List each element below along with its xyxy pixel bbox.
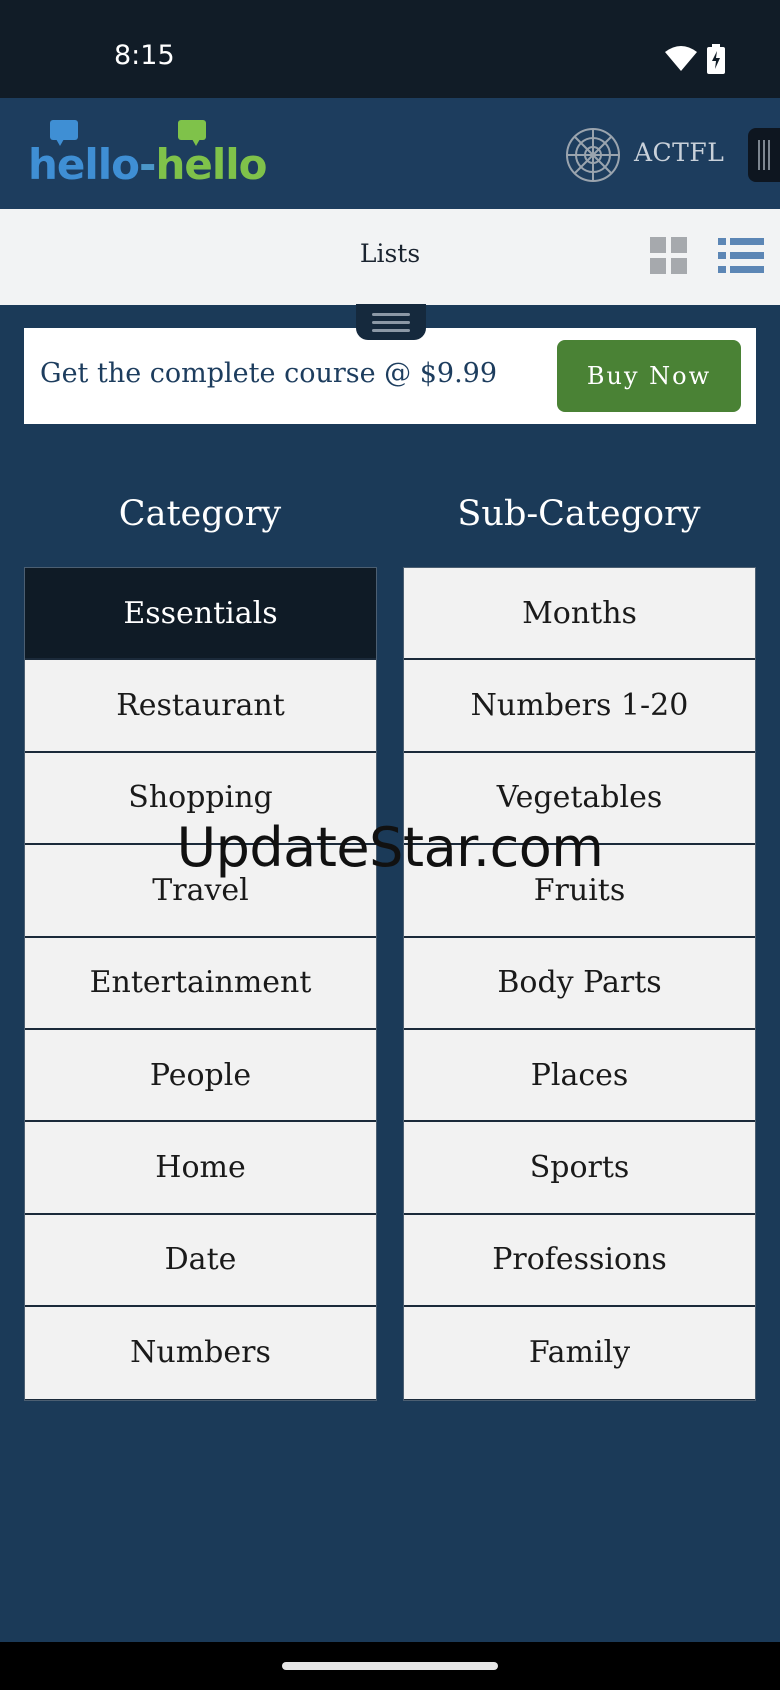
subcategory-item-family[interactable]: Family xyxy=(404,1307,755,1400)
hello-hello-logo: hello-hello xyxy=(28,118,268,190)
subcategory-item-numbers-1-20[interactable]: Numbers 1-20 xyxy=(404,660,755,753)
subcategory-item-vegetables[interactable]: Vegetables xyxy=(404,752,755,846)
subcategory-item-places[interactable]: Places xyxy=(404,1029,755,1123)
subcategory-item-sports[interactable]: Sports xyxy=(404,1122,755,1215)
buy-now-button[interactable]: Buy Now xyxy=(557,340,741,412)
navigation-bar xyxy=(0,1642,780,1690)
logo-wordmark: hello-hello xyxy=(28,140,268,189)
subcategory-list: Months Numbers 1-20 Vegetables Fruits Bo… xyxy=(403,567,756,1401)
category-item-date[interactable]: Date xyxy=(25,1214,376,1308)
subcategory-item-body-parts[interactable]: Body Parts xyxy=(404,937,755,1030)
category-item-restaurant[interactable]: Restaurant xyxy=(25,660,376,753)
category-item-entertainment[interactable]: Entertainment xyxy=(25,937,376,1030)
actfl-emblem-icon xyxy=(566,128,620,182)
drawer-handle[interactable] xyxy=(356,304,426,340)
subcategory-item-fruits[interactable]: Fruits xyxy=(404,845,755,938)
side-menu-handle[interactable] xyxy=(748,128,780,182)
status-bar: 8:15 xyxy=(0,0,780,98)
actfl-label: ACTFL xyxy=(634,138,725,167)
list-view-icon[interactable] xyxy=(718,237,764,275)
toolbar: Lists xyxy=(0,209,780,305)
promo-text: Get the complete course @ $9.99 xyxy=(40,358,498,389)
home-indicator[interactable] xyxy=(282,1662,498,1670)
category-item-travel[interactable]: Travel xyxy=(25,845,376,938)
promo-banner: Get the complete course @ $9.99 Buy Now xyxy=(24,328,756,424)
subcategory-item-months[interactable]: Months xyxy=(404,568,755,661)
subcategory-heading: Sub-Category xyxy=(457,494,701,534)
app-header: hello-hello ACTFL xyxy=(0,98,780,209)
status-time: 8:15 xyxy=(114,40,175,71)
battery-charging-icon xyxy=(707,44,725,74)
grid-view-icon[interactable] xyxy=(650,237,688,275)
category-heading: Category xyxy=(118,494,282,534)
category-item-essentials[interactable]: Essentials xyxy=(25,568,376,661)
subcategory-item-professions[interactable]: Professions xyxy=(404,1214,755,1308)
wifi-icon xyxy=(665,46,697,71)
category-item-numbers[interactable]: Numbers xyxy=(25,1307,376,1400)
category-item-home[interactable]: Home xyxy=(25,1122,376,1215)
category-list: Essentials Restaurant Shopping Travel En… xyxy=(24,567,377,1401)
category-item-people[interactable]: People xyxy=(25,1029,376,1123)
category-item-shopping[interactable]: Shopping xyxy=(25,752,376,846)
